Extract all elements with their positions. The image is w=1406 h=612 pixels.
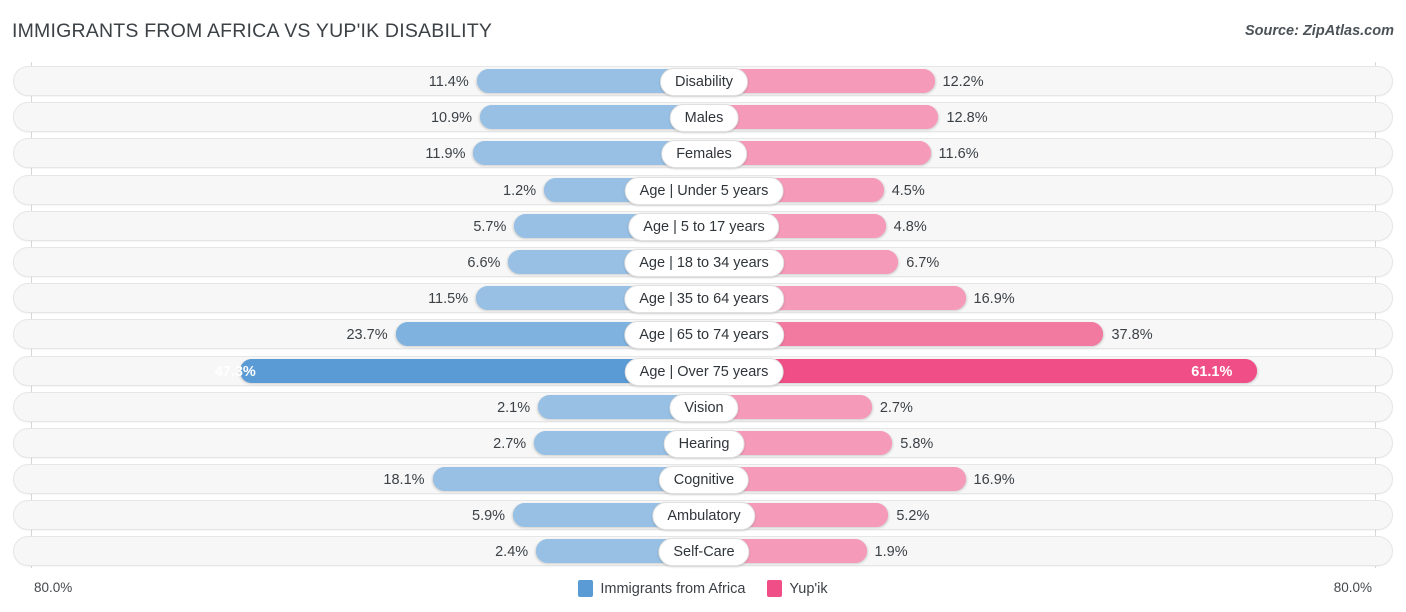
value-label-yupik: 61.1% xyxy=(1191,363,1233,380)
chart-row: 10.9% 12.8% Males xyxy=(13,102,1393,133)
category-label: Cognitive xyxy=(658,466,750,495)
category-label: Ambulatory xyxy=(652,502,756,531)
bar-yupik xyxy=(704,358,1258,383)
value-label-yupik: 37.8% xyxy=(1111,327,1153,344)
page-title: IMMIGRANTS FROM AFRICA VS YUP'IK DISABIL… xyxy=(12,20,493,42)
value-label-yupik: 11.6% xyxy=(938,146,979,163)
category-label: Age | 18 to 34 years xyxy=(624,248,784,277)
value-label-immigrants-from-africa: 2.1% xyxy=(497,399,531,416)
value-label-immigrants-from-africa: 23.7% xyxy=(346,327,388,344)
value-label-yupik: 5.8% xyxy=(900,435,934,452)
chart-row: 6.6% 6.7% Age | 18 to 34 years xyxy=(13,246,1393,277)
value-label-immigrants-from-africa: 11.4% xyxy=(428,74,469,90)
category-label: Age | 35 to 64 years xyxy=(624,285,784,314)
value-label-immigrants-from-africa: 2.7% xyxy=(493,435,527,452)
chart-row: 11.5% 16.9% Age | 35 to 64 years xyxy=(13,283,1393,314)
chart-rows: 11.4% 12.2% Disability 10.9% 12.8% Males 11.9%… xyxy=(13,66,1393,573)
chart-header: IMMIGRANTS FROM AFRICA VS YUP'IK DISABIL… xyxy=(0,0,1406,62)
chart-legend: Immigrants from Africa Yup'ik xyxy=(0,580,1406,597)
chart-row: 5.7% 4.8% Age | 5 to 17 years xyxy=(13,210,1393,241)
category-label: Age | 5 to 17 years xyxy=(628,212,780,241)
value-label-immigrants-from-africa: 5.7% xyxy=(473,218,507,235)
legend-swatch-icon xyxy=(767,580,783,597)
chart-row: 47.3% 61.1% Age | Over 75 years xyxy=(13,355,1393,386)
chart-row: 2.7% 5.8% Hearing xyxy=(13,427,1393,458)
value-label-yupik: 16.9% xyxy=(973,472,1015,489)
category-label: Vision xyxy=(669,393,739,422)
source-attribution: Source: ZipAtlas.com xyxy=(1244,23,1394,39)
value-label-immigrants-from-africa: 11.9% xyxy=(425,146,466,163)
chart-row: 11.4% 12.2% Disability xyxy=(13,66,1393,96)
value-label-yupik: 4.5% xyxy=(891,182,925,199)
value-label-yupik: 4.8% xyxy=(893,218,927,235)
value-label-yupik: 12.2% xyxy=(942,74,984,90)
value-label-immigrants-from-africa: 2.4% xyxy=(495,544,529,561)
category-label: Males xyxy=(669,104,739,133)
value-label-immigrants-from-africa: 1.2% xyxy=(503,182,537,199)
bar-yupik xyxy=(704,105,939,130)
value-label-immigrants-from-africa: 11.5% xyxy=(428,291,469,308)
value-label-yupik: 2.7% xyxy=(879,399,913,416)
value-label-yupik: 5.2% xyxy=(896,508,930,525)
value-label-yupik: 12.8% xyxy=(946,110,988,127)
category-label: Hearing xyxy=(663,429,745,458)
chart-row: 1.2% 4.5% Age | Under 5 years xyxy=(13,174,1393,205)
chart-row: 5.9% 5.2% Ambulatory xyxy=(13,500,1393,531)
value-label-immigrants-from-africa: 6.6% xyxy=(467,254,501,271)
value-label-immigrants-from-africa: 5.9% xyxy=(472,508,506,525)
category-label: Age | Over 75 years xyxy=(624,357,784,386)
legend-item[interactable]: Yup'ik xyxy=(767,580,828,597)
chart-row: 2.4% 1.9% Self-Care xyxy=(13,536,1393,567)
chart-row: 23.7% 37.8% Age | 65 to 74 years xyxy=(13,319,1393,350)
value-label-yupik: 6.7% xyxy=(906,254,940,271)
category-label: Age | 65 to 74 years xyxy=(624,321,784,350)
category-label: Self-Care xyxy=(658,538,750,567)
chart-row: 11.9% 11.6% Females xyxy=(13,138,1393,169)
chart-row: 18.1% 16.9% Cognitive xyxy=(13,464,1393,495)
legend-label: Immigrants from Africa xyxy=(600,580,746,597)
value-label-immigrants-from-africa: 18.1% xyxy=(383,472,425,489)
legend-label: Yup'ik xyxy=(789,580,828,597)
value-label-yupik: 1.9% xyxy=(874,544,908,561)
chart-plot-area: 11.4% 12.2% Disability 10.9% 12.8% Males 11.9%… xyxy=(0,62,1406,574)
chart-footer: 80.0% 80.0% Immigrants from Africa Yup'ik xyxy=(0,574,1406,612)
category-label: Age | Under 5 years xyxy=(624,176,784,205)
legend-item[interactable]: Immigrants from Africa xyxy=(578,580,745,597)
value-label-immigrants-from-africa: 10.9% xyxy=(430,110,473,127)
chart-row: 2.1% 2.7% Vision xyxy=(13,391,1393,422)
category-label: Females xyxy=(661,140,747,169)
value-label-immigrants-from-africa: 47.3% xyxy=(214,363,256,380)
value-label-yupik: 16.9% xyxy=(973,291,1015,308)
category-label: Disability xyxy=(659,68,749,96)
legend-swatch-icon xyxy=(578,580,594,597)
